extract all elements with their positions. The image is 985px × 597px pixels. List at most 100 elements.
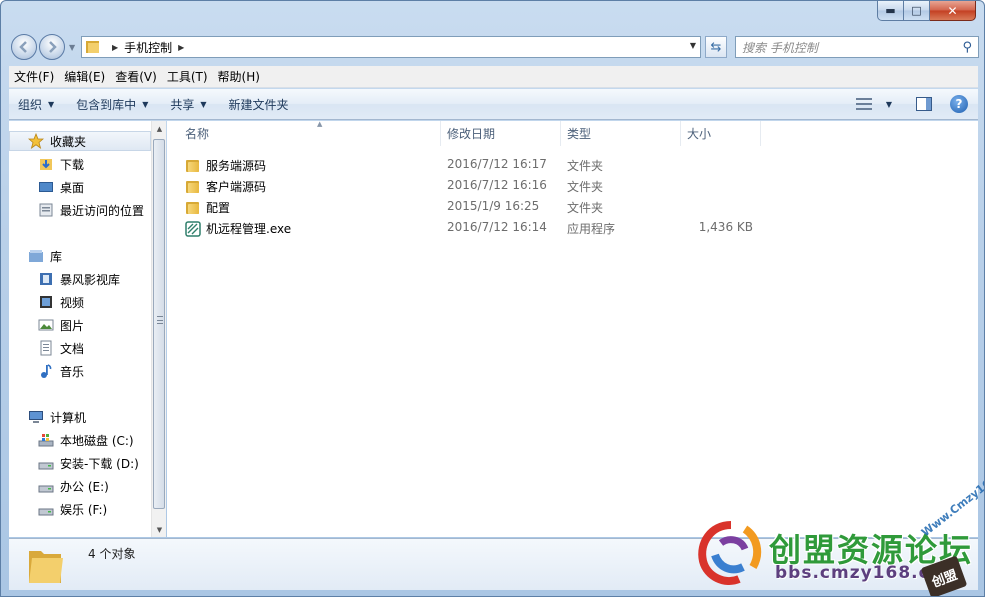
caption-buttons: ▬ □ ✕ bbox=[877, 1, 976, 21]
back-button[interactable] bbox=[11, 34, 37, 60]
forward-button[interactable] bbox=[39, 34, 65, 60]
nav-item-drive-c[interactable]: 本地磁盘 (C:) bbox=[38, 430, 134, 450]
nav-item-label: 办公 (E:) bbox=[60, 479, 109, 494]
search-placeholder: 搜索 手机控制 bbox=[742, 40, 818, 55]
nav-item-recent-places[interactable]: 最近访问的位置 bbox=[38, 200, 144, 220]
nav-item-label: 视频 bbox=[60, 295, 85, 310]
nav-computer[interactable]: 计算机 bbox=[28, 407, 86, 427]
drive-icon bbox=[38, 455, 54, 471]
minimize-button[interactable]: ▬ bbox=[877, 1, 904, 21]
menu-bar: 文件(F) 编辑(E) 查看(V) 工具(T) 帮助(H) bbox=[9, 66, 978, 88]
file-name-cell: 机远程管理.exe bbox=[185, 220, 291, 237]
music-note-icon bbox=[38, 363, 54, 379]
nav-item-label: 最近访问的位置 bbox=[60, 203, 145, 218]
nav-item-music[interactable]: 音乐 bbox=[38, 361, 84, 381]
documents-icon bbox=[38, 340, 54, 356]
back-arrow-icon bbox=[19, 41, 27, 53]
view-options-icon[interactable] bbox=[855, 97, 872, 111]
breadcrumb-separator-icon[interactable]: ▶ bbox=[112, 43, 118, 52]
nav-item-label: 下载 bbox=[60, 157, 85, 172]
file-date: 2016/7/12 16:17 bbox=[447, 157, 547, 171]
nav-item-drive-d[interactable]: 安装-下载 (D:) bbox=[38, 453, 139, 473]
scroll-down-icon[interactable]: ▼ bbox=[152, 522, 167, 537]
preview-pane-icon[interactable] bbox=[916, 97, 932, 111]
column-header-date[interactable]: 修改日期 bbox=[441, 121, 561, 146]
new-folder-label: 新建文件夹 bbox=[228, 97, 289, 112]
address-bar[interactable]: ▶ 手机控制 ▶ ▼ bbox=[81, 36, 701, 58]
column-header-name[interactable]: 名称 ▲ bbox=[179, 120, 441, 146]
nav-item-label: 音乐 bbox=[60, 364, 85, 379]
file-date: 2016/7/12 16:14 bbox=[447, 220, 547, 234]
scrollbar-thumb[interactable] bbox=[153, 139, 165, 509]
chevron-down-icon: ▼ bbox=[142, 99, 149, 109]
column-header-type[interactable]: 类型 bbox=[561, 121, 681, 146]
share-button[interactable]: 共享 ▼ bbox=[161, 96, 215, 113]
file-row[interactable]: 机远程管理.exe 2016/7/12 16:14 应用程序 1,436 KB bbox=[181, 217, 781, 238]
share-label: 共享 bbox=[170, 97, 195, 112]
file-row[interactable]: 服务端源码 2016/7/12 16:17 文件夹 bbox=[181, 154, 781, 175]
nav-item-documents[interactable]: 文档 bbox=[38, 338, 84, 358]
close-button[interactable]: ✕ bbox=[930, 1, 976, 21]
nav-item-pictures[interactable]: 图片 bbox=[38, 315, 84, 335]
menu-edit[interactable]: 编辑(E) bbox=[59, 68, 110, 85]
file-name-cell: 配置 bbox=[185, 199, 230, 216]
refresh-icon: ⇆ bbox=[710, 39, 722, 55]
maximize-icon: □ bbox=[911, 4, 922, 17]
nav-libraries[interactable]: 库 bbox=[28, 246, 62, 266]
column-header-label: 修改日期 bbox=[447, 127, 496, 141]
menu-tools[interactable]: 工具(T) bbox=[162, 68, 213, 85]
nav-item-label: 暴风影视库 bbox=[60, 272, 121, 287]
file-date: 2016/7/12 16:16 bbox=[447, 178, 547, 192]
file-type: 文件夹 bbox=[567, 159, 604, 173]
nav-item-drive-e[interactable]: 办公 (E:) bbox=[38, 476, 109, 496]
breadcrumb-item[interactable]: 手机控制 bbox=[124, 39, 172, 56]
nav-item-videos[interactable]: 视频 bbox=[38, 292, 84, 312]
film-icon bbox=[38, 294, 54, 310]
folder-icon bbox=[27, 545, 65, 585]
include-in-library-button[interactable]: 包含到库中 ▼ bbox=[67, 96, 157, 113]
menu-file[interactable]: 文件(F) bbox=[9, 68, 59, 85]
sort-ascending-icon: ▲ bbox=[317, 120, 323, 128]
nav-favorites[interactable]: 收藏夹 bbox=[9, 131, 151, 151]
command-bar: 组织 ▼ 包含到库中 ▼ 共享 ▼ 新建文件夹 ▼ ? bbox=[9, 89, 978, 120]
recent-pages-dropdown[interactable]: ▼ bbox=[69, 43, 75, 52]
column-header-label: 名称 bbox=[185, 127, 210, 141]
scroll-up-icon[interactable]: ▲ bbox=[152, 121, 167, 136]
file-type: 文件夹 bbox=[567, 201, 604, 215]
menu-view[interactable]: 查看(V) bbox=[110, 68, 162, 85]
help-icon[interactable]: ? bbox=[950, 95, 968, 113]
navigation-pane-scrollbar[interactable]: ▲ ▼ bbox=[151, 121, 166, 537]
address-folder-icon bbox=[86, 41, 100, 53]
organize-label: 组织 bbox=[18, 97, 43, 112]
organize-button[interactable]: 组织 ▼ bbox=[9, 96, 63, 113]
include-in-library-label: 包含到库中 bbox=[76, 97, 137, 112]
file-row[interactable]: 配置 2015/1/9 16:25 文件夹 bbox=[181, 196, 781, 217]
nav-item-drive-f[interactable]: 娱乐 (F:) bbox=[38, 499, 107, 519]
watermark-logo-icon bbox=[698, 521, 762, 585]
refresh-button[interactable]: ⇆ bbox=[705, 36, 727, 58]
maximize-button[interactable]: □ bbox=[904, 1, 930, 21]
column-header-size[interactable]: 大小 bbox=[681, 121, 761, 146]
file-size: 1,436 KB bbox=[698, 220, 753, 234]
nav-item-downloads[interactable]: 下载 bbox=[38, 154, 84, 174]
nav-item-label: 桌面 bbox=[60, 180, 85, 195]
nav-item-baofeng-library[interactable]: 暴风影视库 bbox=[38, 269, 120, 289]
search-icon[interactable]: ⚲ bbox=[962, 40, 972, 55]
new-folder-button[interactable]: 新建文件夹 bbox=[220, 96, 298, 113]
search-input[interactable]: 搜索 手机控制 ⚲ bbox=[735, 36, 979, 58]
column-header-label: 类型 bbox=[567, 127, 592, 141]
nav-libraries-label: 库 bbox=[50, 249, 63, 264]
scrollbar-grip-icon bbox=[157, 316, 163, 324]
explorer-window: ▬ □ ✕ ▼ ▶ 手机控制 ▶ ▼ ⇆ 搜索 手机控制 ⚲ 文件(F) 编辑(… bbox=[0, 0, 985, 597]
item-count: 4 个对象 bbox=[88, 547, 136, 561]
address-history-dropdown[interactable]: ▼ bbox=[690, 41, 696, 50]
folder-icon bbox=[185, 179, 201, 195]
nav-item-label: 图片 bbox=[60, 318, 85, 333]
nav-item-desktop[interactable]: 桌面 bbox=[38, 177, 84, 197]
breadcrumb-separator-icon[interactable]: ▶ bbox=[178, 43, 184, 52]
folder-icon bbox=[185, 200, 201, 216]
system-drive-icon bbox=[38, 432, 54, 448]
view-dropdown-icon[interactable]: ▼ bbox=[886, 100, 892, 109]
file-row[interactable]: 客户端源码 2016/7/12 16:16 文件夹 bbox=[181, 175, 781, 196]
menu-help[interactable]: 帮助(H) bbox=[213, 68, 265, 85]
